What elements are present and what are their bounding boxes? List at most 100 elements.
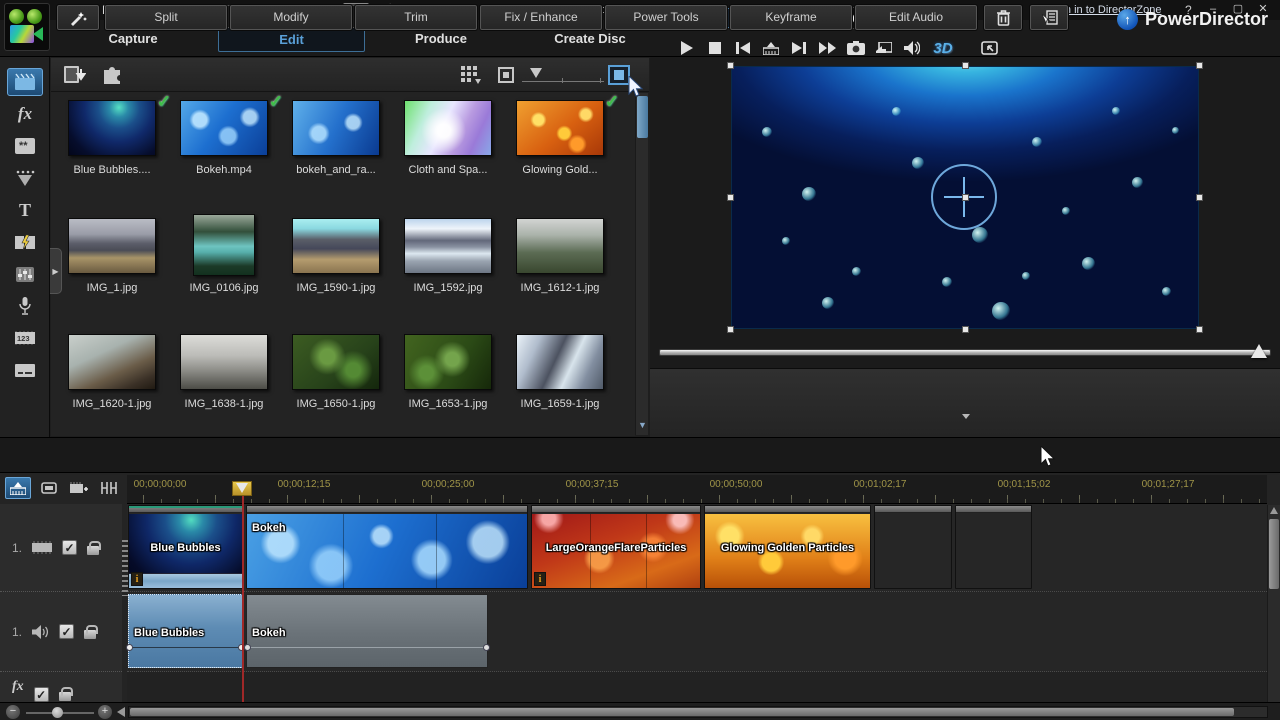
storyboard-view-button[interactable] [36, 477, 62, 499]
library-thumbnail[interactable] [404, 218, 492, 274]
selection-handle[interactable] [962, 326, 969, 333]
selection-handle[interactable] [1196, 62, 1203, 69]
library-thumbnail[interactable] [516, 218, 604, 274]
library-thumbnail[interactable] [193, 214, 255, 276]
selection-handle[interactable] [727, 62, 734, 69]
import-media-icon[interactable] [62, 63, 86, 86]
library-thumbnail[interactable] [68, 334, 156, 390]
library-thumbnail[interactable] [516, 100, 604, 156]
scroll-up-arrow-icon[interactable] [1270, 507, 1278, 514]
volume-line[interactable] [247, 647, 487, 648]
audio-clip[interactable]: Bokeh [246, 594, 488, 668]
download-media-puzzle-icon[interactable] [100, 63, 124, 86]
timeline-horizontal-scrollbar[interactable] [128, 706, 1268, 718]
volume-button[interactable] [899, 36, 925, 60]
split-button[interactable]: Split [105, 5, 227, 30]
sidebar-item-title-room[interactable]: T [7, 196, 43, 224]
library-thumbnail[interactable] [68, 100, 156, 156]
play-button[interactable] [673, 36, 699, 60]
sidebar-item-chapter-room[interactable]: 123 [7, 324, 43, 352]
add-track-button[interactable] [66, 477, 92, 499]
scroll-down-arrow-icon[interactable]: ▼ [637, 419, 648, 431]
track-enable-checkbox[interactable]: ✓ [59, 624, 74, 639]
library-thumbnail[interactable] [516, 334, 604, 390]
3d-dropdown-arrow-icon[interactable] [962, 414, 970, 419]
timeline-zoom-slider-thumb[interactable] [52, 707, 63, 718]
library-thumbnail[interactable] [68, 218, 156, 274]
library-thumbnail[interactable] [404, 334, 492, 390]
large-thumbnails-button[interactable] [608, 65, 630, 85]
track-header-grip[interactable] [122, 540, 128, 596]
vertical-scrollbar-thumb[interactable] [1269, 519, 1279, 589]
library-menu-icon[interactable] [460, 65, 484, 85]
trim-button[interactable]: Trim [355, 5, 477, 30]
track-enable-checkbox[interactable]: ✓ [34, 687, 49, 702]
track-manager-button[interactable] [96, 477, 122, 499]
library-thumbnail[interactable] [292, 218, 380, 274]
volume-keyframe-dot[interactable] [126, 644, 133, 651]
fast-forward-button[interactable] [814, 36, 840, 60]
audio-track-lane[interactable]: Blue Bubbles Bokeh [127, 592, 1267, 672]
preview-seek-bar[interactable] [659, 349, 1271, 356]
panel-expand-handle[interactable]: ▶ [50, 248, 62, 294]
library-scrollbar[interactable]: ▼ [635, 93, 648, 435]
timeline-vertical-scrollbar[interactable] [1267, 505, 1280, 702]
video-clip[interactable] [874, 505, 952, 589]
effect-track-lane[interactable] [127, 672, 1267, 702]
sidebar-item-particle-room[interactable] [7, 164, 43, 192]
timeline-zoom-in-button[interactable]: + [98, 705, 112, 719]
thumbnail-zoom-slider-thumb[interactable] [530, 68, 542, 78]
snapshot-button[interactable] [843, 36, 869, 60]
next-frame-button[interactable] [786, 36, 812, 60]
video-clip[interactable]: Bokeh [246, 505, 528, 589]
track-lock-icon[interactable] [59, 692, 71, 701]
selection-handle[interactable] [727, 326, 734, 333]
track-lock-icon[interactable] [87, 546, 99, 555]
sidebar-item-subtitle-room[interactable] [7, 356, 43, 384]
library-thumbnail[interactable] [292, 334, 380, 390]
preview-quality-button[interactable] [871, 36, 897, 60]
timeline-ruler[interactable]: 00;00;00;0000;00;12;1500;00;25;0000;00;3… [127, 475, 1267, 504]
selection-handle[interactable] [727, 194, 734, 201]
horizontal-scrollbar-thumb[interactable] [130, 708, 1234, 716]
selection-handle[interactable] [962, 62, 969, 69]
selection-handle[interactable] [1196, 194, 1203, 201]
track-enable-checkbox[interactable]: ✓ [62, 540, 77, 555]
audio-clip[interactable]: Blue Bubbles [128, 594, 243, 668]
sidebar-item-effect-room[interactable]: fx [7, 100, 43, 128]
sidebar-item-media-room[interactable] [7, 68, 43, 96]
library-scrollbar-thumb[interactable] [637, 96, 648, 138]
selection-handle[interactable] [1196, 326, 1203, 333]
volume-keyframe-dot[interactable] [483, 644, 490, 651]
volume-keyframe-dot[interactable] [244, 644, 251, 651]
sidebar-item-transition-room[interactable] [7, 228, 43, 256]
seek-handle-icon[interactable] [1251, 344, 1267, 358]
thumbnail-zoom-slider-track[interactable] [522, 81, 604, 82]
undock-preview-button[interactable] [976, 36, 1002, 60]
edit-audio-button[interactable]: Edit Audio [855, 5, 977, 30]
library-thumbnail[interactable] [180, 100, 268, 156]
sidebar-item-pip-objects-room[interactable]: ** [7, 132, 43, 160]
delete-button[interactable] [984, 5, 1022, 30]
video-clip[interactable] [955, 505, 1032, 589]
sidebar-item-audio-mixing-room[interactable] [7, 260, 43, 288]
range-select-button[interactable] [1030, 5, 1068, 30]
volume-line[interactable] [129, 647, 242, 648]
video-clip[interactable]: LargeOrangeFlareParticles i [531, 505, 701, 589]
small-thumbnails-icon[interactable] [498, 67, 514, 83]
power-tools-button[interactable]: Power Tools [605, 5, 727, 30]
sidebar-item-voice-over-room[interactable] [7, 292, 43, 320]
library-thumbnail[interactable] [292, 100, 380, 156]
video-clip[interactable]: Blue Bubbles i [128, 505, 243, 589]
library-thumbnail[interactable] [404, 100, 492, 156]
keyframe-button[interactable]: Keyframe [730, 5, 852, 30]
stop-button[interactable] [702, 36, 728, 60]
3d-mode-button[interactable]: 3D [928, 36, 958, 60]
timeline-zoom-out-button[interactable]: − [6, 705, 20, 719]
playhead-marker[interactable] [232, 481, 252, 496]
selection-handle[interactable] [962, 194, 969, 201]
scroll-left-arrow-icon[interactable] [117, 707, 125, 717]
magic-fix-button[interactable] [57, 5, 99, 30]
timeline-view-button[interactable] [5, 477, 31, 499]
library-thumbnail[interactable] [180, 334, 268, 390]
